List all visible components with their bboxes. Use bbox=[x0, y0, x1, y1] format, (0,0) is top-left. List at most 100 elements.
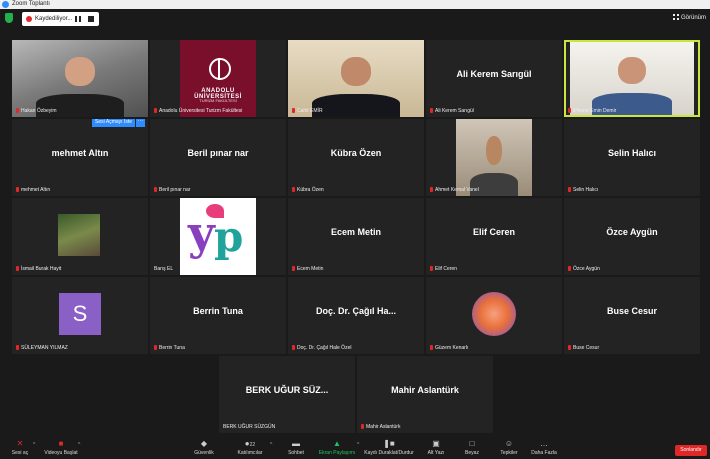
start-video-button[interactable]: ■ Videoyu Başlat bbox=[42, 440, 80, 457]
more-button[interactable]: … Daha Fazla bbox=[530, 439, 558, 457]
participant-name: BERK UĞUR SÜZ... bbox=[245, 385, 329, 396]
participant-tile[interactable]: BERK UĞUR SÜZ... BERK UĞUR SÜZGÜN bbox=[219, 356, 355, 433]
muted-mic-icon bbox=[430, 108, 433, 114]
whiteboard-label: Beyaz bbox=[465, 450, 479, 456]
participant-tile[interactable]: Özce Aygün Özce Aygün bbox=[564, 198, 700, 275]
muted-mic-icon bbox=[568, 266, 571, 272]
security-label: Güvenlik bbox=[194, 450, 214, 456]
chat-bubble-icon: ▬ bbox=[292, 439, 300, 448]
participant-label: Ali Kerem Sarıgül bbox=[435, 108, 474, 114]
participant-tile[interactable]: Sesi Açmayı İste ··· mehmet Altın mehmet … bbox=[12, 119, 148, 196]
participant-tile[interactable]: Cahit EMİR bbox=[288, 40, 424, 117]
share-screen-button[interactable]: ▲ Ekran Paylaşımı bbox=[318, 439, 356, 457]
window-titlebar: Zoom Toplantı bbox=[0, 0, 710, 9]
zoom-logo-icon bbox=[2, 1, 9, 8]
participant-tile[interactable]: Buse Cesur Buse Cesur bbox=[564, 277, 700, 354]
participant-label: BERK UĞUR SÜZGÜN bbox=[223, 424, 276, 430]
encryption-shield-icon[interactable] bbox=[5, 13, 13, 23]
muted-mic-icon bbox=[154, 187, 157, 193]
participant-name: Ali Kerem Sarıgül bbox=[456, 69, 532, 80]
recording-indicator: Kaydediliyor... bbox=[22, 12, 99, 26]
participant-label: Hakan Özbeyim bbox=[21, 108, 57, 114]
participant-tile[interactable]: ANADOLU ÜNİVERSİTESİ TURİZM FAKÜLTESİ An… bbox=[150, 40, 286, 117]
security-button[interactable]: ◆ Güvenlik bbox=[190, 439, 218, 457]
muted-mic-icon bbox=[16, 187, 19, 193]
chat-button[interactable]: ▬ Sohbet bbox=[284, 439, 308, 457]
participant-name: Elif Ceren bbox=[472, 227, 515, 238]
participant-tile[interactable]: Ecem Metin Ecem Metin bbox=[288, 198, 424, 275]
captions-button[interactable]: ▣ Alt Yazı bbox=[424, 439, 448, 457]
participant-video bbox=[12, 40, 148, 117]
participant-name: Özce Aygün bbox=[606, 227, 658, 238]
share-screen-label: Ekran Paylaşımı bbox=[318, 450, 356, 456]
muted-mic-icon bbox=[16, 266, 19, 272]
meeting-toolbar: ✕ Sesi aç ^ ■ Videoyu Başlat ^ ◆ Güvenli… bbox=[0, 438, 710, 459]
reactions-button[interactable]: ☺ Tepkiler bbox=[497, 440, 521, 457]
participants-button[interactable]: ●22 Katılımcılar bbox=[233, 440, 267, 457]
participant-tile[interactable]: Elif Ceren Elif Ceren bbox=[426, 198, 562, 275]
share-screen-icon: ▲ bbox=[333, 439, 341, 448]
profile-photo bbox=[58, 214, 100, 256]
participant-tile[interactable]: İsmail Burak Hayit bbox=[12, 198, 148, 275]
pause-recording-icon[interactable] bbox=[75, 16, 81, 22]
muted-mic-icon bbox=[568, 345, 571, 351]
participant-tile[interactable]: Ahmet Kemal Vanel bbox=[426, 119, 562, 196]
muted-mic-icon bbox=[430, 187, 433, 193]
stop-recording-icon[interactable] bbox=[88, 16, 94, 22]
participant-name: Beril pınar nar bbox=[187, 148, 249, 159]
whiteboard-button[interactable]: □ Beyaz bbox=[460, 439, 484, 457]
muted-mic-icon bbox=[154, 345, 157, 351]
grid-icon bbox=[672, 14, 679, 21]
participant-tile[interactable]: Beril pınar nar Beril pınar nar bbox=[150, 119, 286, 196]
captions-icon: ▣ bbox=[432, 439, 440, 448]
recording-status: Kaydediliyor... bbox=[35, 16, 73, 22]
participants-chevron-icon[interactable]: ^ bbox=[270, 442, 272, 448]
participant-label: Güzem Kenarlı bbox=[435, 345, 469, 351]
participant-tile[interactable]: Selin Halıcı Selin Halıcı bbox=[564, 119, 700, 196]
muted-mic-icon bbox=[292, 187, 295, 193]
muted-mic-icon bbox=[154, 108, 157, 114]
whiteboard-icon: □ bbox=[469, 439, 475, 448]
ask-to-unmute-button[interactable]: Sesi Açmayı İste bbox=[92, 119, 135, 127]
participant-tile-active-speaker[interactable]: iPhone-Emin Demir bbox=[564, 40, 700, 117]
anadolu-emblem-icon bbox=[209, 58, 231, 81]
muted-mic-icon bbox=[292, 345, 295, 351]
logo-letter-p-icon: p bbox=[214, 212, 244, 261]
share-options-chevron-icon[interactable]: ^ bbox=[357, 442, 359, 448]
pause-stop-recording-button[interactable]: ❚■ Kaydı Duraklat/Durdur bbox=[362, 440, 416, 457]
unmute-button[interactable]: ✕ Sesi aç bbox=[8, 439, 32, 457]
participant-tile[interactable]: Hakan Özbeyim bbox=[12, 40, 148, 117]
participant-label: Anadolu Üniversitesi Turizm Fakültesi bbox=[159, 108, 243, 114]
video-options-chevron-icon[interactable]: ^ bbox=[78, 442, 80, 448]
end-meeting-button[interactable]: Sonlandır bbox=[675, 445, 707, 456]
participant-label: Mahir Aslantürk bbox=[366, 424, 401, 430]
captions-label: Alt Yazı bbox=[427, 450, 445, 456]
participant-tile[interactable]: Mahir Aslantürk Mahir Aslantürk bbox=[357, 356, 493, 433]
more-label: Daha Fazla bbox=[531, 450, 557, 456]
participant-tile[interactable]: Ali Kerem Sarıgül Ali Kerem Sarıgül bbox=[426, 40, 562, 117]
audio-options-chevron-icon[interactable]: ^ bbox=[33, 442, 35, 448]
participant-label: Özce Aygün bbox=[573, 266, 600, 272]
participant-tile[interactable]: S SÜLEYMAN YILMAZ bbox=[12, 277, 148, 354]
logo-subtext: TURİZM FAKÜLTESİ bbox=[199, 97, 237, 103]
shield-icon: ◆ bbox=[200, 439, 208, 448]
participant-name: Mahir Aslantürk bbox=[391, 385, 459, 396]
view-button[interactable]: Görünüm bbox=[672, 13, 706, 23]
muted-microphone-icon: ✕ bbox=[16, 439, 24, 448]
profile-logo: y p bbox=[180, 198, 256, 275]
participant-tile[interactable]: Kübra Özen Kübra Özen bbox=[288, 119, 424, 196]
participant-tile[interactable]: Güzem Kenarlı bbox=[426, 277, 562, 354]
participant-name: Doç. Dr. Çağıl Ha... bbox=[315, 306, 397, 317]
more-options-button[interactable]: ··· bbox=[136, 119, 145, 127]
muted-mic-icon bbox=[16, 108, 19, 114]
recording-dot-icon bbox=[26, 16, 32, 22]
more-dots-icon: … bbox=[540, 439, 548, 448]
participant-label: mehmet Altın bbox=[21, 187, 51, 193]
participant-tile[interactable]: y p Barış EL bbox=[150, 198, 286, 275]
participant-tile[interactable]: Doç. Dr. Çağıl Ha... Doç. Dr. Çağıl Hale… bbox=[288, 277, 424, 354]
chat-label: Sohbet bbox=[288, 450, 304, 456]
participant-name: Selin Halıcı bbox=[607, 148, 657, 159]
participants-count: 22 bbox=[249, 442, 256, 448]
participant-tile[interactable]: Berrin Tuna Berrin Tuna bbox=[150, 277, 286, 354]
view-label: Görünüm bbox=[680, 15, 706, 21]
